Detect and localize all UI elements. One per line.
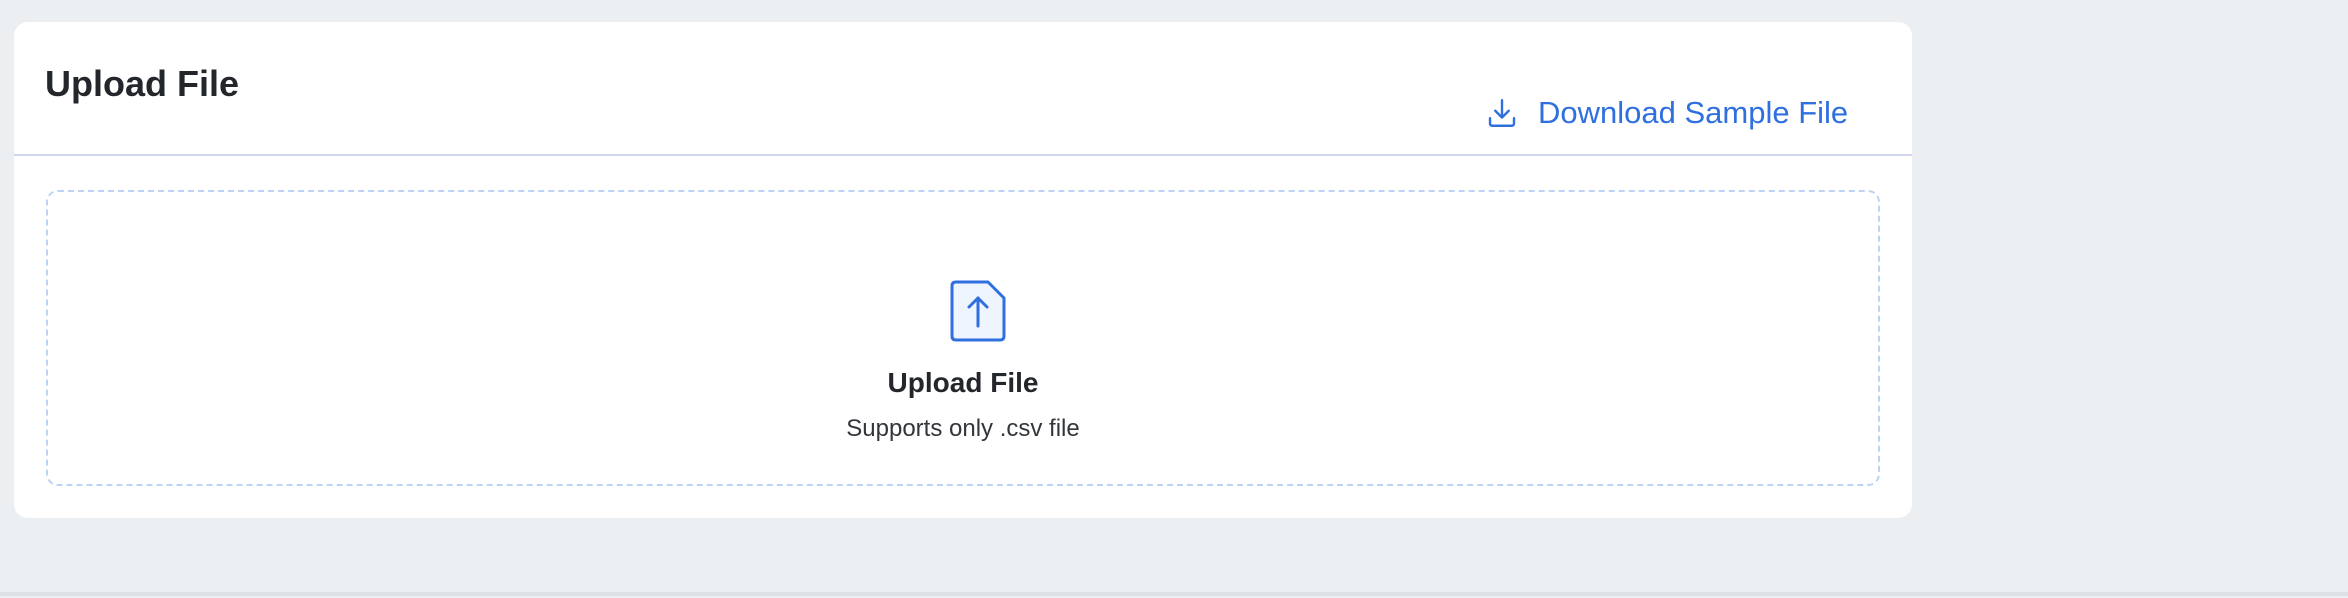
upload-card: Upload File Download Sample File Upload … [14,22,1912,518]
file-upload-icon [950,280,1006,342]
file-dropzone[interactable]: Upload File Supports only .csv file [46,190,1880,486]
bottom-divider [0,592,2348,596]
page-title: Upload File [45,63,240,104]
dropzone-subtitle: Supports only .csv file [846,415,1080,442]
download-sample-file-button[interactable]: Download Sample File [1484,88,1848,138]
card-header: Upload File Download Sample File [14,22,1912,156]
dropzone-title: Upload File [887,367,1039,398]
download-sample-file-label: Download Sample File [1538,95,1849,130]
download-icon [1488,99,1516,127]
